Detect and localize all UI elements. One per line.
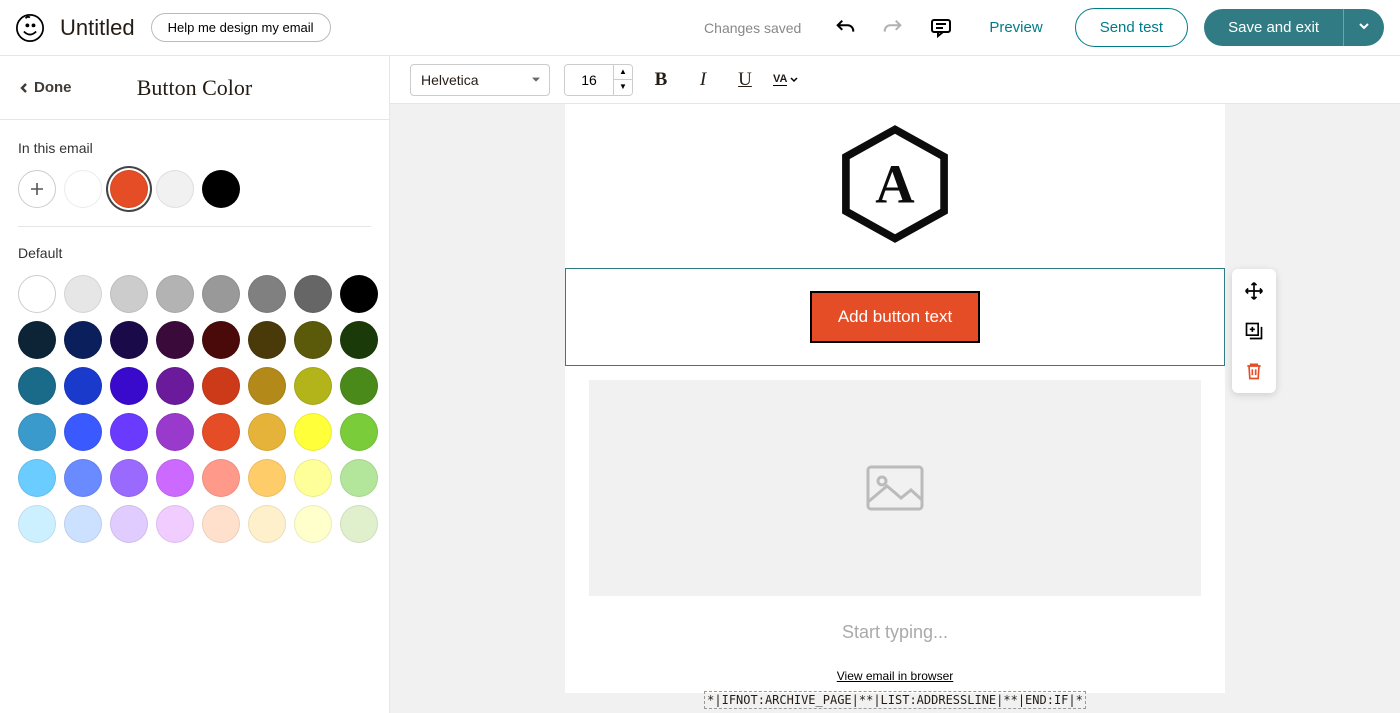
color-swatch[interactable] xyxy=(202,321,240,359)
color-swatch[interactable] xyxy=(18,413,56,451)
color-swatch[interactable] xyxy=(64,170,102,208)
color-swatch[interactable] xyxy=(202,275,240,313)
font-select[interactable]: Helvetica xyxy=(410,64,550,96)
in-this-email-label: In this email xyxy=(18,140,371,156)
add-color-button[interactable] xyxy=(18,170,56,208)
color-swatch[interactable] xyxy=(64,505,102,543)
color-swatch[interactable] xyxy=(248,505,286,543)
mailchimp-logo xyxy=(16,14,44,42)
font-size-control: ▲ ▼ xyxy=(564,64,633,96)
save-exit-button[interactable]: Save and exit xyxy=(1204,9,1343,46)
done-label: Done xyxy=(34,79,72,96)
color-swatch[interactable] xyxy=(64,275,102,313)
color-swatch[interactable] xyxy=(18,367,56,405)
color-swatch[interactable] xyxy=(110,275,148,313)
color-swatch[interactable] xyxy=(156,413,194,451)
color-swatch[interactable] xyxy=(64,413,102,451)
color-swatch[interactable] xyxy=(156,459,194,497)
size-down-button[interactable]: ▼ xyxy=(614,80,632,95)
default-label: Default xyxy=(18,245,371,261)
color-swatch[interactable] xyxy=(202,367,240,405)
preview-link[interactable]: Preview xyxy=(989,19,1042,36)
color-swatch[interactable] xyxy=(340,321,378,359)
color-swatch[interactable] xyxy=(18,321,56,359)
help-design-button[interactable]: Help me design my email xyxy=(151,13,331,42)
format-toolbar: Helvetica ▲ ▼ B I U VA xyxy=(390,56,1400,104)
color-swatch[interactable] xyxy=(248,367,286,405)
color-swatch[interactable] xyxy=(110,367,148,405)
color-swatch[interactable] xyxy=(110,505,148,543)
color-swatch[interactable] xyxy=(156,367,194,405)
color-swatch[interactable] xyxy=(340,505,378,543)
color-swatch[interactable] xyxy=(18,275,56,313)
color-swatch[interactable] xyxy=(18,459,56,497)
color-swatch[interactable] xyxy=(340,367,378,405)
color-swatch[interactable] xyxy=(340,275,378,313)
bold-button[interactable]: B xyxy=(647,69,675,91)
document-title[interactable]: Untitled xyxy=(60,15,135,41)
color-swatch[interactable] xyxy=(294,321,332,359)
save-exit-group: Save and exit xyxy=(1204,9,1384,46)
undo-button[interactable] xyxy=(829,12,861,44)
email-body: A Add button text xyxy=(565,104,1225,693)
save-exit-dropdown[interactable] xyxy=(1343,9,1384,46)
color-swatch[interactable] xyxy=(202,413,240,451)
move-block-button[interactable] xyxy=(1238,275,1270,307)
underline-button[interactable]: U xyxy=(731,69,759,91)
letter-spacing-button[interactable]: VA xyxy=(773,74,798,86)
color-swatch[interactable] xyxy=(110,321,148,359)
color-swatch[interactable] xyxy=(156,170,194,208)
sidebar: Done Button Color In this email Default xyxy=(0,56,390,713)
comments-button[interactable] xyxy=(925,12,957,44)
duplicate-block-button[interactable] xyxy=(1238,315,1270,347)
redo-button[interactable] xyxy=(877,12,909,44)
color-swatch[interactable] xyxy=(156,321,194,359)
color-swatch[interactable] xyxy=(202,170,240,208)
color-swatch[interactable] xyxy=(340,413,378,451)
color-swatch[interactable] xyxy=(110,459,148,497)
view-in-browser-link[interactable]: View email in browser xyxy=(837,669,954,683)
color-swatch[interactable] xyxy=(294,505,332,543)
color-swatch[interactable] xyxy=(248,321,286,359)
color-swatch[interactable] xyxy=(202,459,240,497)
color-swatch[interactable] xyxy=(294,367,332,405)
color-swatch[interactable] xyxy=(110,170,148,208)
delete-block-button[interactable] xyxy=(1238,355,1270,387)
send-test-button[interactable]: Send test xyxy=(1075,8,1188,47)
text-placeholder[interactable]: Start typing... xyxy=(565,612,1225,663)
color-swatch[interactable] xyxy=(294,413,332,451)
color-swatch[interactable] xyxy=(294,275,332,313)
block-tools xyxy=(1232,269,1276,393)
color-swatch[interactable] xyxy=(294,459,332,497)
color-swatch[interactable] xyxy=(340,459,378,497)
color-swatch[interactable] xyxy=(64,367,102,405)
svg-text:A: A xyxy=(875,154,914,215)
color-swatch[interactable] xyxy=(248,459,286,497)
top-bar: Untitled Help me design my email Changes… xyxy=(0,0,1400,56)
button-block[interactable]: Add button text xyxy=(565,268,1225,366)
email-cta-button[interactable]: Add button text xyxy=(810,291,980,343)
color-swatch[interactable] xyxy=(64,459,102,497)
color-swatch[interactable] xyxy=(110,413,148,451)
default-palette xyxy=(18,275,371,543)
color-swatch[interactable] xyxy=(156,505,194,543)
color-swatch[interactable] xyxy=(202,505,240,543)
color-swatch[interactable] xyxy=(248,275,286,313)
save-status: Changes saved xyxy=(704,20,801,36)
color-swatch[interactable] xyxy=(64,321,102,359)
font-size-input[interactable] xyxy=(565,65,613,95)
done-button[interactable]: Done xyxy=(18,79,72,96)
font-select-value: Helvetica xyxy=(421,72,479,88)
color-swatch[interactable] xyxy=(156,275,194,313)
in-email-swatches xyxy=(18,170,371,208)
merge-tag: *|IFNOT:ARCHIVE_PAGE|**|LIST:ADDRESSLINE… xyxy=(704,691,1086,709)
size-up-button[interactable]: ▲ xyxy=(614,65,632,80)
image-placeholder-block[interactable] xyxy=(589,380,1201,596)
color-swatch[interactable] xyxy=(18,505,56,543)
color-swatch[interactable] xyxy=(248,413,286,451)
italic-button[interactable]: I xyxy=(689,69,717,91)
logo-block[interactable]: A xyxy=(565,104,1225,268)
canvas-area: Helvetica ▲ ▼ B I U VA A xyxy=(390,56,1400,713)
